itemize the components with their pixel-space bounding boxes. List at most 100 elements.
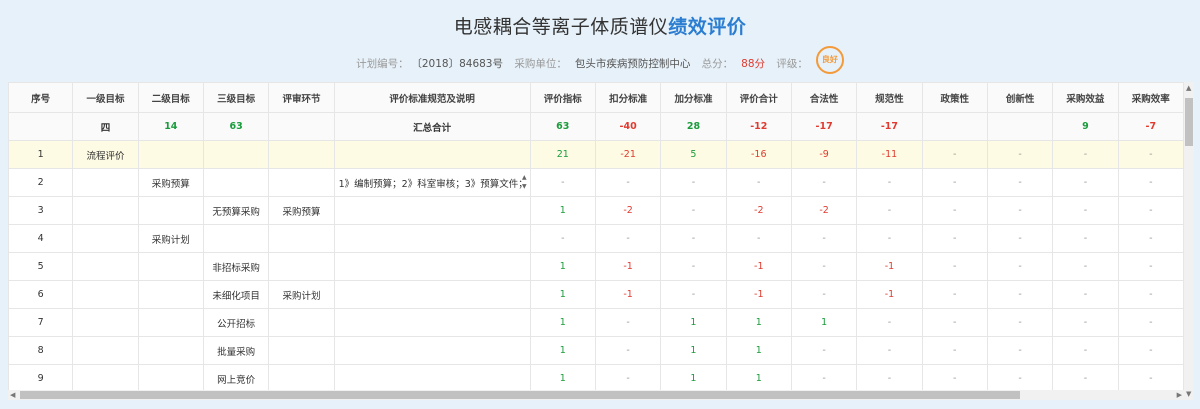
table-cell: 2 (8, 168, 74, 197)
vertical-scrollbar[interactable]: ▲ ▼ (1184, 82, 1194, 400)
scroll-up-icon[interactable]: ▲ (1186, 84, 1191, 92)
table-cell: - (986, 224, 1054, 253)
table-cell (268, 168, 335, 197)
table-cell: - (1117, 280, 1185, 309)
cell-value: 1 (559, 317, 566, 328)
cell-value: - (626, 177, 630, 188)
table-cell: - (921, 168, 988, 197)
cell-value: - (1018, 373, 1022, 384)
scroll-right-icon[interactable]: ▶ (1177, 391, 1182, 399)
cell-value: - (1083, 149, 1088, 160)
cell-value: 7 (37, 317, 44, 328)
table-cell: - (921, 280, 988, 309)
meta-bar: 计划编号： 〔2018〕84683号 采购单位： 包头市疾病预防控制中心 总分： 88… (0, 46, 1200, 78)
cell-value: 5 (37, 261, 44, 272)
table-cell: 1 (529, 252, 596, 281)
cell-value: - (1018, 205, 1022, 216)
cell-value: - (953, 177, 957, 188)
cell-value: 1 (755, 317, 762, 328)
column-header: 创新性 (986, 82, 1054, 113)
textarea-spinner-icon[interactable]: ▲ ▼ (522, 173, 527, 191)
horizontal-scrollbar[interactable]: ◀ ▶ (8, 390, 1184, 400)
summary-cell (268, 112, 335, 141)
cell-value: - (1149, 149, 1153, 160)
evaluation-table: 序号 一级目标 二级目标 三级目标 评审环节 评价标准规范及说明 评价指标 扣分标准 加分标准评… (8, 82, 1185, 393)
cell-value: - (1149, 261, 1153, 272)
table-cell: - (921, 252, 988, 281)
table-cell: 无预算采购 (202, 196, 270, 225)
grade-seal-icon: 良好 (815, 46, 844, 74)
cell-value: 网上竞价 (217, 374, 256, 386)
table-row[interactable]: 4 采购计划 - - - - - - - - - - (8, 224, 1185, 253)
table-cell: - (1052, 168, 1119, 197)
table-cell: - (986, 140, 1054, 169)
score-label: 总分： (701, 58, 734, 70)
table-cell: - (1117, 224, 1185, 253)
table-cell: - (660, 252, 727, 281)
table-row[interactable]: 3 无预算采购 采购预算 1 -2 - -2 -2 - - - - - (8, 196, 1185, 225)
summary-cell (986, 112, 1054, 141)
table-cell (333, 196, 531, 225)
cell-value: 批量采购 (217, 346, 256, 358)
cell-value: 流程评价 (86, 150, 125, 162)
table-cell (72, 280, 139, 309)
table-cell: - (986, 252, 1054, 281)
cell-value: - (691, 289, 696, 300)
cell-value: - (1018, 149, 1022, 160)
table-cell: 5 (660, 140, 727, 169)
summary-cell: -17 (790, 112, 858, 141)
cell-value: - (953, 205, 957, 216)
summary-cell: -7 (1117, 112, 1185, 141)
cell-value: - (822, 289, 826, 300)
table-cell: 流程评价 (72, 140, 139, 169)
table-cell: 网上竞价 (202, 364, 270, 393)
column-header: 加分标准 (660, 82, 727, 113)
table-row[interactable]: 8 批量采购 1 - 1 1 - - - - - - (8, 336, 1185, 365)
table-cell: - (594, 224, 662, 253)
column-header: 采购效益 (1052, 82, 1119, 113)
cell-value: - (887, 177, 892, 188)
vertical-scroll-thumb[interactable] (1185, 98, 1193, 146)
table-row[interactable]: 5 非招标采购 1 -1 - -1 - -1 - - - - (8, 252, 1185, 281)
table-cell: -1 (725, 280, 792, 309)
scroll-left-icon[interactable]: ◀ (10, 391, 15, 399)
cell-value: - (953, 233, 957, 244)
summary-cell: 四 (72, 112, 139, 141)
table-cell: -16 (725, 140, 792, 169)
cell-value: - (1018, 317, 1022, 328)
cell-value: -2 (623, 205, 633, 216)
table-cell: 1 (529, 196, 596, 225)
table-row[interactable]: 1 流程评价 21 -21 5 -16 -9 -11 - - - - (8, 140, 1185, 169)
cell-value: - (887, 233, 892, 244)
cell-value: - (691, 233, 696, 244)
horizontal-scroll-thumb[interactable] (20, 391, 1020, 399)
table-cell: - (921, 364, 988, 393)
summary-cell: -12 (725, 112, 792, 141)
cell-value: - (1083, 289, 1088, 300)
scroll-down-icon[interactable]: ▼ (1186, 390, 1191, 398)
table-row[interactable]: 7 公开招标 1 - 1 1 1 - - - - - (8, 308, 1185, 337)
table-cell (72, 364, 139, 393)
table-row[interactable]: 2 采购预算 1》编制预算；2》科室审核；3》预算文件； ▲ ▼ - - - - - - - - - - (8, 168, 1185, 197)
table-cell: - (921, 224, 988, 253)
table-cell: - (986, 196, 1054, 225)
page-title: 电感耦合等离子体质谱仪绩效评价 (0, 12, 1200, 39)
cell-value: - (626, 233, 630, 244)
table-cell: - (856, 308, 923, 337)
table-cell (202, 140, 270, 169)
table-cell: - (594, 336, 662, 365)
column-header: 序号 (8, 82, 74, 113)
table-cell: 1 (529, 364, 596, 393)
table-row[interactable]: 6 未细化项目 采购计划 1 -1 - -1 - -1 - - - - (8, 280, 1185, 309)
cell-value: - (822, 261, 826, 272)
table-cell: 1 (725, 364, 792, 393)
table-cell: 9 (8, 364, 74, 393)
cell-value: - (757, 233, 761, 244)
cell-value: 1 (755, 345, 762, 356)
table-cell (333, 364, 531, 393)
table-header-row: 序号 一级目标 二级目标 三级目标 评审环节 评价标准规范及说明 评价指标 扣分标准 加分标准评… (8, 82, 1185, 113)
cell-value: - (691, 261, 696, 272)
table-row[interactable]: 9 网上竞价 1 - 1 1 - - - - - - (8, 364, 1185, 393)
table-cell: - (790, 280, 858, 309)
table-cell: 7 (8, 308, 74, 337)
